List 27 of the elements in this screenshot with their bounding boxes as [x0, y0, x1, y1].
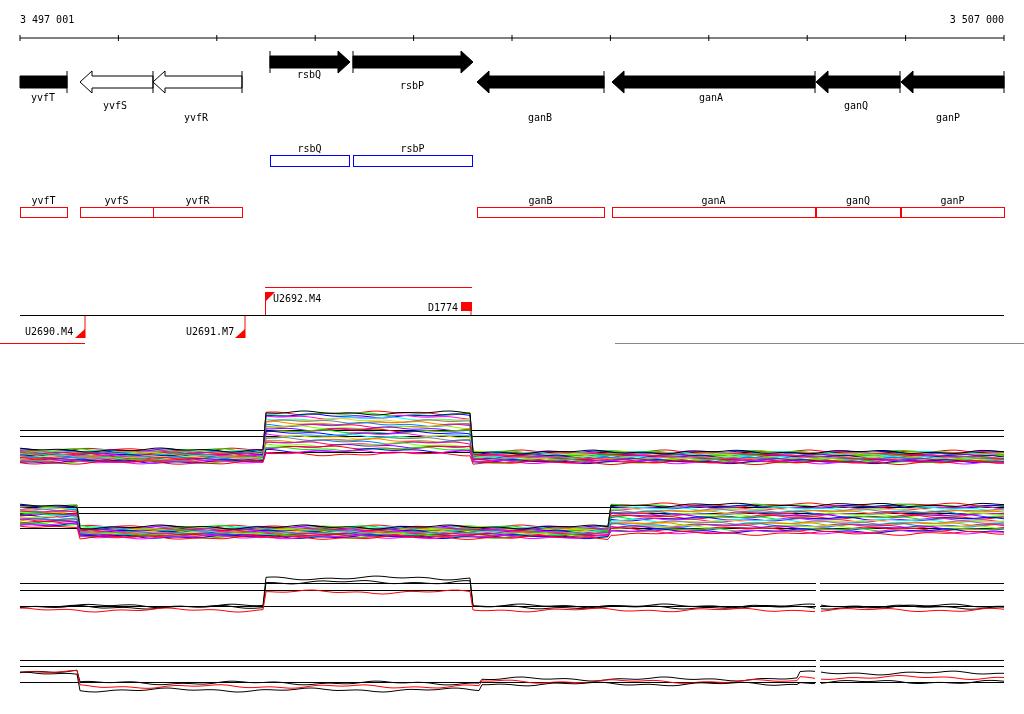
terminator-marker [461, 302, 472, 316]
gene-label: ganB [528, 195, 553, 206]
gene-label: ganA [698, 92, 724, 103]
gene-label: rsbQ [296, 69, 322, 80]
gene-label: yvfT [30, 92, 56, 103]
promoter-marker [235, 315, 246, 339]
gene-label: yvfR [185, 195, 210, 206]
gene-label: ganB [527, 112, 553, 123]
promoter-label: U2692.M4 [273, 293, 322, 304]
promoter-label: U2691.M7 [186, 326, 235, 337]
gene-label: ganA [701, 195, 726, 206]
terminator-label: D1774 [428, 302, 459, 313]
gene-label: yvfS [104, 195, 129, 206]
gene-box [20, 207, 68, 218]
promoter-label: U2690.M4 [25, 326, 74, 337]
gene-label: yvfS [102, 100, 128, 111]
coordinate-label: 3 507 000 [949, 14, 1004, 25]
coordinate-label: 3 497 001 [20, 14, 75, 25]
gene-label: yvfR [183, 112, 209, 123]
gene-label: ganP [940, 195, 965, 206]
gene-label: yvfT [31, 195, 56, 206]
gene-label: rsbQ [297, 143, 322, 154]
gene-label: ganP [935, 112, 961, 123]
gene-label: rsbP [399, 80, 425, 91]
gene-label: ganQ [843, 100, 869, 111]
gene-label: ganQ [845, 195, 871, 206]
gene-label: rsbP [400, 143, 425, 154]
